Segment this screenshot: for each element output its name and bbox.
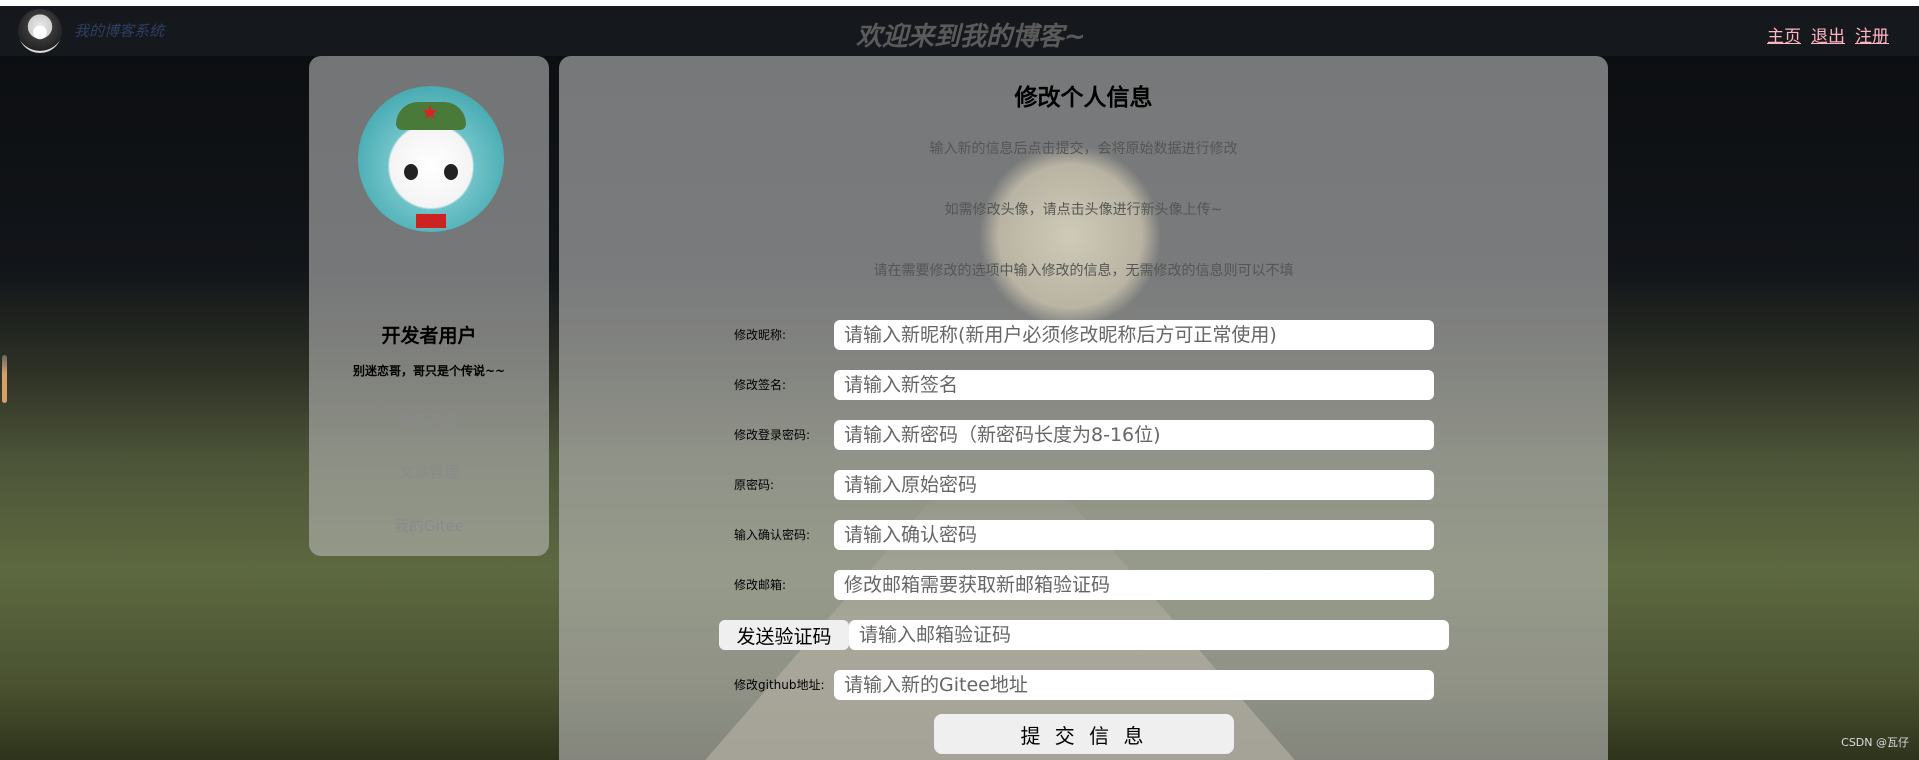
- nickname-label: 修改昵称:: [734, 328, 787, 342]
- new-password-label: 修改登录密码:: [734, 428, 811, 442]
- confirm-password-label: 输入确认密码:: [734, 528, 811, 542]
- send-code-button[interactable]: 发送验证码: [719, 620, 849, 650]
- gitee-input[interactable]: [834, 670, 1434, 700]
- nav-link-home[interactable]: 主页: [1767, 22, 1801, 47]
- nav-link-register[interactable]: 注册: [1855, 22, 1889, 47]
- top-nav: ● 我的博客系统 欢迎来到我的博客~ 主页 退出 注册: [0, 6, 1919, 56]
- nickname-input[interactable]: [834, 320, 1434, 350]
- user-name: 开发者用户: [381, 325, 477, 347]
- new-password-input[interactable]: [834, 420, 1434, 450]
- email-label: 修改邮箱:: [734, 578, 787, 592]
- form-hint-2: 如需修改头像，请点击头像进行新头像上传~: [944, 202, 1223, 218]
- sidebar-link-publish[interactable]: 发布文章: [309, 409, 549, 430]
- email-input[interactable]: [834, 570, 1434, 600]
- signature-input[interactable]: [834, 370, 1434, 400]
- form-hint-3: 请在需要修改的选项中输入修改的信息，无需修改的信息则可以不填: [873, 263, 1294, 279]
- profile-card: ★ 开发者用户 别迷恋哥，哥只是个传说~~ 发布文章 文章管理 我的Gitee: [309, 56, 549, 556]
- user-signature: 别迷恋哥，哥只是个传说~~: [352, 364, 506, 378]
- avatar-eye-right: [444, 164, 458, 180]
- sidebar-link-manage[interactable]: 文章管理: [309, 461, 549, 482]
- old-password-label: 原密码:: [734, 478, 775, 492]
- confirm-password-input[interactable]: [834, 520, 1434, 550]
- avatar[interactable]: ★: [358, 86, 504, 232]
- star-icon: ★: [421, 100, 439, 124]
- sidebar-link-gitee[interactable]: 我的Gitee: [309, 515, 549, 536]
- watermark: CSDN @瓦仔: [1841, 736, 1909, 749]
- avatar-scarf: [416, 214, 446, 228]
- logo-icon: ●: [18, 9, 62, 53]
- avatar-eye-left: [404, 164, 418, 180]
- gitee-label: 修改github地址:: [734, 678, 825, 692]
- welcome-banner: 欢迎来到我的博客~: [856, 22, 1086, 52]
- scroll-handle[interactable]: [2, 355, 7, 403]
- form-hint-1: 输入新的信息后点击提交，会将原始数据进行修改: [929, 141, 1238, 157]
- edit-profile-form: 修改个人信息 输入新的信息后点击提交，会将原始数据进行修改 如需修改头像，请点击…: [559, 56, 1608, 760]
- email-code-input[interactable]: [849, 620, 1449, 650]
- brand-title[interactable]: 我的博客系统: [74, 20, 164, 41]
- submit-button[interactable]: 提 交 信 息: [934, 714, 1234, 754]
- form-title: 修改个人信息: [1014, 85, 1153, 111]
- nav-link-logout[interactable]: 退出: [1811, 22, 1845, 47]
- signature-label: 修改签名:: [734, 378, 787, 392]
- nav-links: 主页 退出 注册: [1767, 22, 1889, 47]
- old-password-input[interactable]: [834, 470, 1434, 500]
